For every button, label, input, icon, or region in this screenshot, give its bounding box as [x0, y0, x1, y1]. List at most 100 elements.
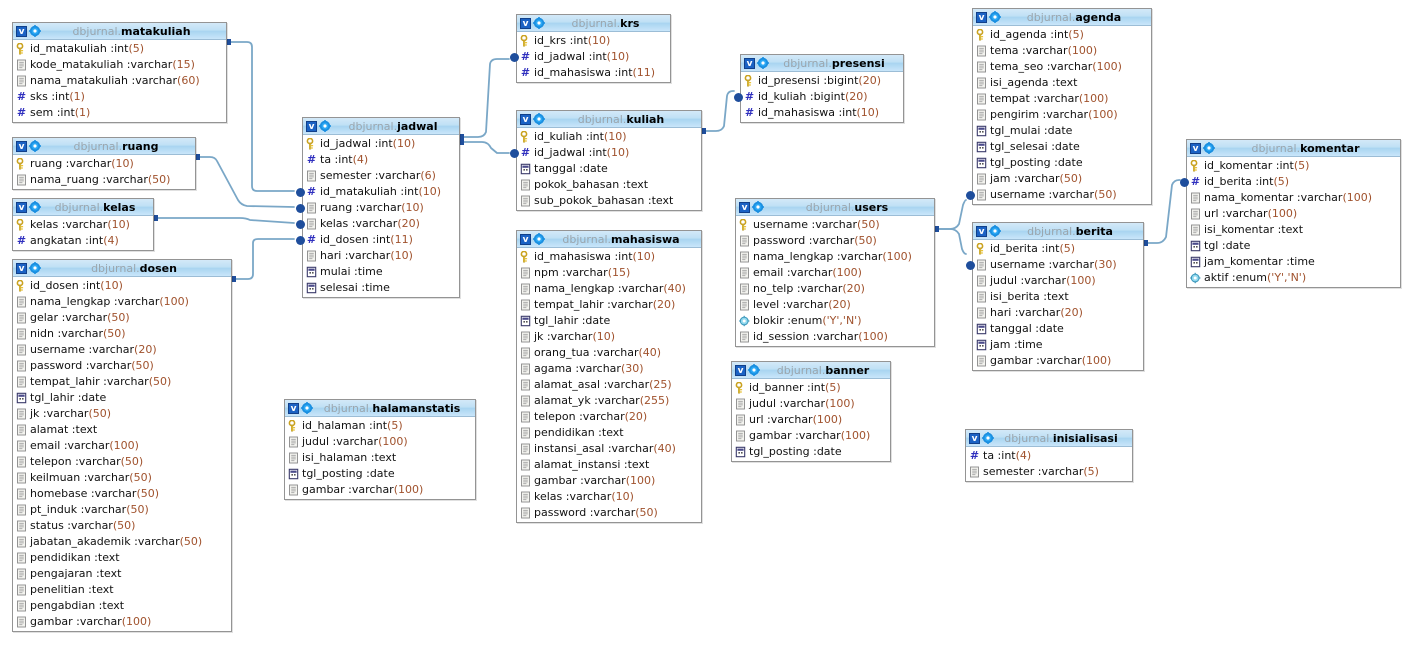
- field-jadwal-kelas[interactable]: kelas : varchar(20): [296, 216, 459, 232]
- field-agenda-id_agenda[interactable]: id_agenda : int(5): [973, 27, 1151, 43]
- field-ruang-nama_ruang[interactable]: nama_ruang : varchar(50): [13, 172, 195, 188]
- field-agenda-tema_seo[interactable]: tema_seo : varchar(100): [973, 59, 1151, 75]
- field-agenda-tgl_selesai[interactable]: tgl_selesai : date: [973, 139, 1151, 155]
- gear-icon[interactable]: [748, 364, 760, 376]
- field-kuliah-sub_pokok_bahasan[interactable]: sub_pokok_bahasan : text: [517, 193, 701, 209]
- field-mahasiswa-id_mahasiswa[interactable]: id_mahasiswa : int(10): [517, 249, 701, 265]
- table-header-komentar[interactable]: v dbjurnal.komentar: [1187, 140, 1400, 157]
- gear-icon[interactable]: [29, 262, 41, 274]
- field-presensi-id_presensi[interactable]: id_presensi : bigint(20): [741, 73, 903, 89]
- gear-icon[interactable]: [29, 25, 41, 37]
- field-mahasiswa-alamat_instansi[interactable]: alamat_instansi : text: [517, 457, 701, 473]
- field-dosen-pengabdian[interactable]: pengabdian : text: [13, 598, 231, 614]
- gear-icon[interactable]: [301, 402, 313, 414]
- field-users-blokir[interactable]: blokir : enum('Y','N'): [736, 313, 934, 329]
- field-jadwal-mulai[interactable]: mulai : time: [303, 264, 459, 280]
- table-header-banner[interactable]: v dbjurnal.banner: [732, 362, 890, 379]
- table-header-inisialisasi[interactable]: v dbjurnal.inisialisasi: [966, 430, 1132, 447]
- table-agenda[interactable]: v dbjurnal.agenda id_agenda : int(5) tema :…: [966, 8, 1152, 205]
- field-agenda-pengirim[interactable]: pengirim : varchar(100): [973, 107, 1151, 123]
- field-komentar-isi_komentar[interactable]: isi_komentar : text: [1187, 222, 1400, 238]
- gear-icon[interactable]: [29, 201, 41, 213]
- field-banner-url[interactable]: url : varchar(100): [732, 412, 890, 428]
- gear-icon[interactable]: [989, 11, 1001, 23]
- field-dosen-penelitian[interactable]: penelitian : text: [13, 582, 231, 598]
- field-mahasiswa-orang_tua[interactable]: orang_tua : varchar(40): [517, 345, 701, 361]
- field-dosen-password[interactable]: password : varchar(50): [13, 358, 231, 374]
- field-dosen-pendidikan[interactable]: pendidikan : text: [13, 550, 231, 566]
- field-kuliah-id_kuliah[interactable]: id_kuliah : int(10): [517, 129, 701, 145]
- field-dosen-nama_lengkap[interactable]: nama_lengkap : varchar(100): [13, 294, 231, 310]
- field-agenda-isi_agenda[interactable]: isi_agenda : text: [973, 75, 1151, 91]
- field-kuliah-tanggal[interactable]: tanggal : date: [517, 161, 701, 177]
- field-mahasiswa-npm[interactable]: npm : varchar(15): [517, 265, 701, 281]
- field-dosen-homebase[interactable]: homebase : varchar(50): [13, 486, 231, 502]
- gear-icon[interactable]: [1203, 142, 1215, 154]
- field-mahasiswa-instansi_asal[interactable]: instansi_asal : varchar(40): [517, 441, 701, 457]
- field-users-nama_lengkap[interactable]: nama_lengkap : varchar(100): [736, 249, 934, 265]
- table-kuliah[interactable]: v dbjurnal.kuliah id_kuliah : int(10) # id_j…: [510, 110, 702, 211]
- field-komentar-aktif[interactable]: aktif : enum('Y','N'): [1187, 270, 1400, 286]
- field-berita-tanggal[interactable]: tanggal : date: [973, 321, 1143, 337]
- field-mahasiswa-alamat_asal[interactable]: alamat_asal : varchar(25): [517, 377, 701, 393]
- field-jadwal-selesai[interactable]: selesai : time: [303, 280, 459, 296]
- gear-icon[interactable]: [319, 120, 331, 132]
- field-mahasiswa-alamat_yk[interactable]: alamat_yk : varchar(255): [517, 393, 701, 409]
- field-dosen-gambar[interactable]: gambar : varchar(100): [13, 614, 231, 630]
- gear-icon[interactable]: [757, 57, 769, 69]
- field-halamanstatis-tgl_posting[interactable]: tgl_posting : date: [285, 466, 475, 482]
- field-kelas-kelas[interactable]: kelas : varchar(10): [13, 217, 153, 233]
- field-presensi-id_mahasiswa[interactable]: # id_mahasiswa : int(10): [741, 105, 903, 121]
- field-halamanstatis-gambar[interactable]: gambar : varchar(100): [285, 482, 475, 498]
- field-mahasiswa-kelas[interactable]: kelas : varchar(10): [517, 489, 701, 505]
- table-header-ruang[interactable]: v dbjurnal.ruang: [13, 138, 195, 155]
- field-mahasiswa-agama[interactable]: agama : varchar(30): [517, 361, 701, 377]
- table-header-matakuliah[interactable]: v dbjurnal.matakuliah: [13, 23, 226, 40]
- field-agenda-jam[interactable]: jam : varchar(50): [973, 171, 1151, 187]
- field-mahasiswa-gambar[interactable]: gambar : varchar(100): [517, 473, 701, 489]
- field-agenda-tempat[interactable]: tempat : varchar(100): [973, 91, 1151, 107]
- field-dosen-username[interactable]: username : varchar(20): [13, 342, 231, 358]
- table-dosen[interactable]: v dbjurnal.dosen id_dosen : int(10) nama_le…: [12, 259, 232, 632]
- table-header-kuliah[interactable]: v dbjurnal.kuliah: [517, 111, 701, 128]
- field-dosen-id_dosen[interactable]: id_dosen : int(10): [13, 278, 231, 294]
- field-jadwal-id_jadwal[interactable]: id_jadwal : int(10): [303, 136, 459, 152]
- table-header-presensi[interactable]: v dbjurnal.presensi: [741, 55, 903, 72]
- field-berita-gambar[interactable]: gambar : varchar(100): [973, 353, 1143, 369]
- field-agenda-tgl_posting[interactable]: tgl_posting : date: [973, 155, 1151, 171]
- field-krs-id_krs[interactable]: id_krs : int(10): [517, 33, 670, 49]
- field-dosen-pt_induk[interactable]: pt_induk : varchar(50): [13, 502, 231, 518]
- table-header-dosen[interactable]: v dbjurnal.dosen: [13, 260, 231, 277]
- field-ruang-ruang[interactable]: ruang : varchar(10): [13, 156, 195, 172]
- field-halamanstatis-isi_halaman[interactable]: isi_halaman : text: [285, 450, 475, 466]
- gear-icon[interactable]: [989, 225, 1001, 237]
- table-header-kelas[interactable]: v dbjurnal.kelas: [13, 199, 153, 216]
- table-komentar[interactable]: v dbjurnal.komentar id_komentar : int(5) # i…: [1180, 139, 1401, 288]
- table-banner[interactable]: v dbjurnal.banner id_banner : int(5) judul …: [731, 361, 891, 462]
- table-header-agenda[interactable]: v dbjurnal.agenda: [973, 9, 1151, 26]
- field-berita-id_berita[interactable]: id_berita : int(5): [973, 241, 1143, 257]
- field-komentar-id_komentar[interactable]: id_komentar : int(5): [1187, 158, 1400, 174]
- field-users-id_session[interactable]: id_session : varchar(100): [736, 329, 934, 345]
- field-mahasiswa-nama_lengkap[interactable]: nama_lengkap : varchar(40): [517, 281, 701, 297]
- table-kelas[interactable]: v dbjurnal.kelas kelas : varchar(10) # angka…: [12, 198, 154, 251]
- table-header-users[interactable]: v dbjurnal.users: [736, 199, 934, 216]
- field-jadwal-id_matakuliah[interactable]: # id_matakuliah : int(10): [296, 184, 459, 200]
- field-krs-id_jadwal[interactable]: # id_jadwal : int(10): [510, 49, 670, 65]
- field-berita-jam[interactable]: jam : time: [973, 337, 1143, 353]
- field-inisialisasi-ta[interactable]: # ta : int(4): [966, 448, 1132, 464]
- field-dosen-jk[interactable]: jk : varchar(50): [13, 406, 231, 422]
- field-matakuliah-id_matakuliah[interactable]: id_matakuliah : int(5): [13, 41, 226, 57]
- field-mahasiswa-tgl_lahir[interactable]: tgl_lahir : date: [517, 313, 701, 329]
- table-header-mahasiswa[interactable]: v dbjurnal.mahasiswa: [517, 231, 701, 248]
- field-dosen-telepon[interactable]: telepon : varchar(50): [13, 454, 231, 470]
- field-dosen-gelar[interactable]: gelar : varchar(50): [13, 310, 231, 326]
- table-matakuliah[interactable]: v dbjurnal.matakuliah id_matakuliah : int(…: [12, 22, 227, 123]
- table-berita[interactable]: v dbjurnal.berita id_berita : int(5) userna…: [966, 222, 1144, 371]
- field-jadwal-ta[interactable]: # ta : int(4): [303, 152, 459, 168]
- table-halamanstatis[interactable]: v dbjurnal.halamanstatis id_halaman : int(…: [284, 399, 476, 500]
- field-agenda-tema[interactable]: tema : varchar(100): [973, 43, 1151, 59]
- field-kelas-angkatan[interactable]: # angkatan : int(4): [13, 233, 153, 249]
- field-berita-hari[interactable]: hari : varchar(20): [973, 305, 1143, 321]
- field-mahasiswa-jk[interactable]: jk : varchar(10): [517, 329, 701, 345]
